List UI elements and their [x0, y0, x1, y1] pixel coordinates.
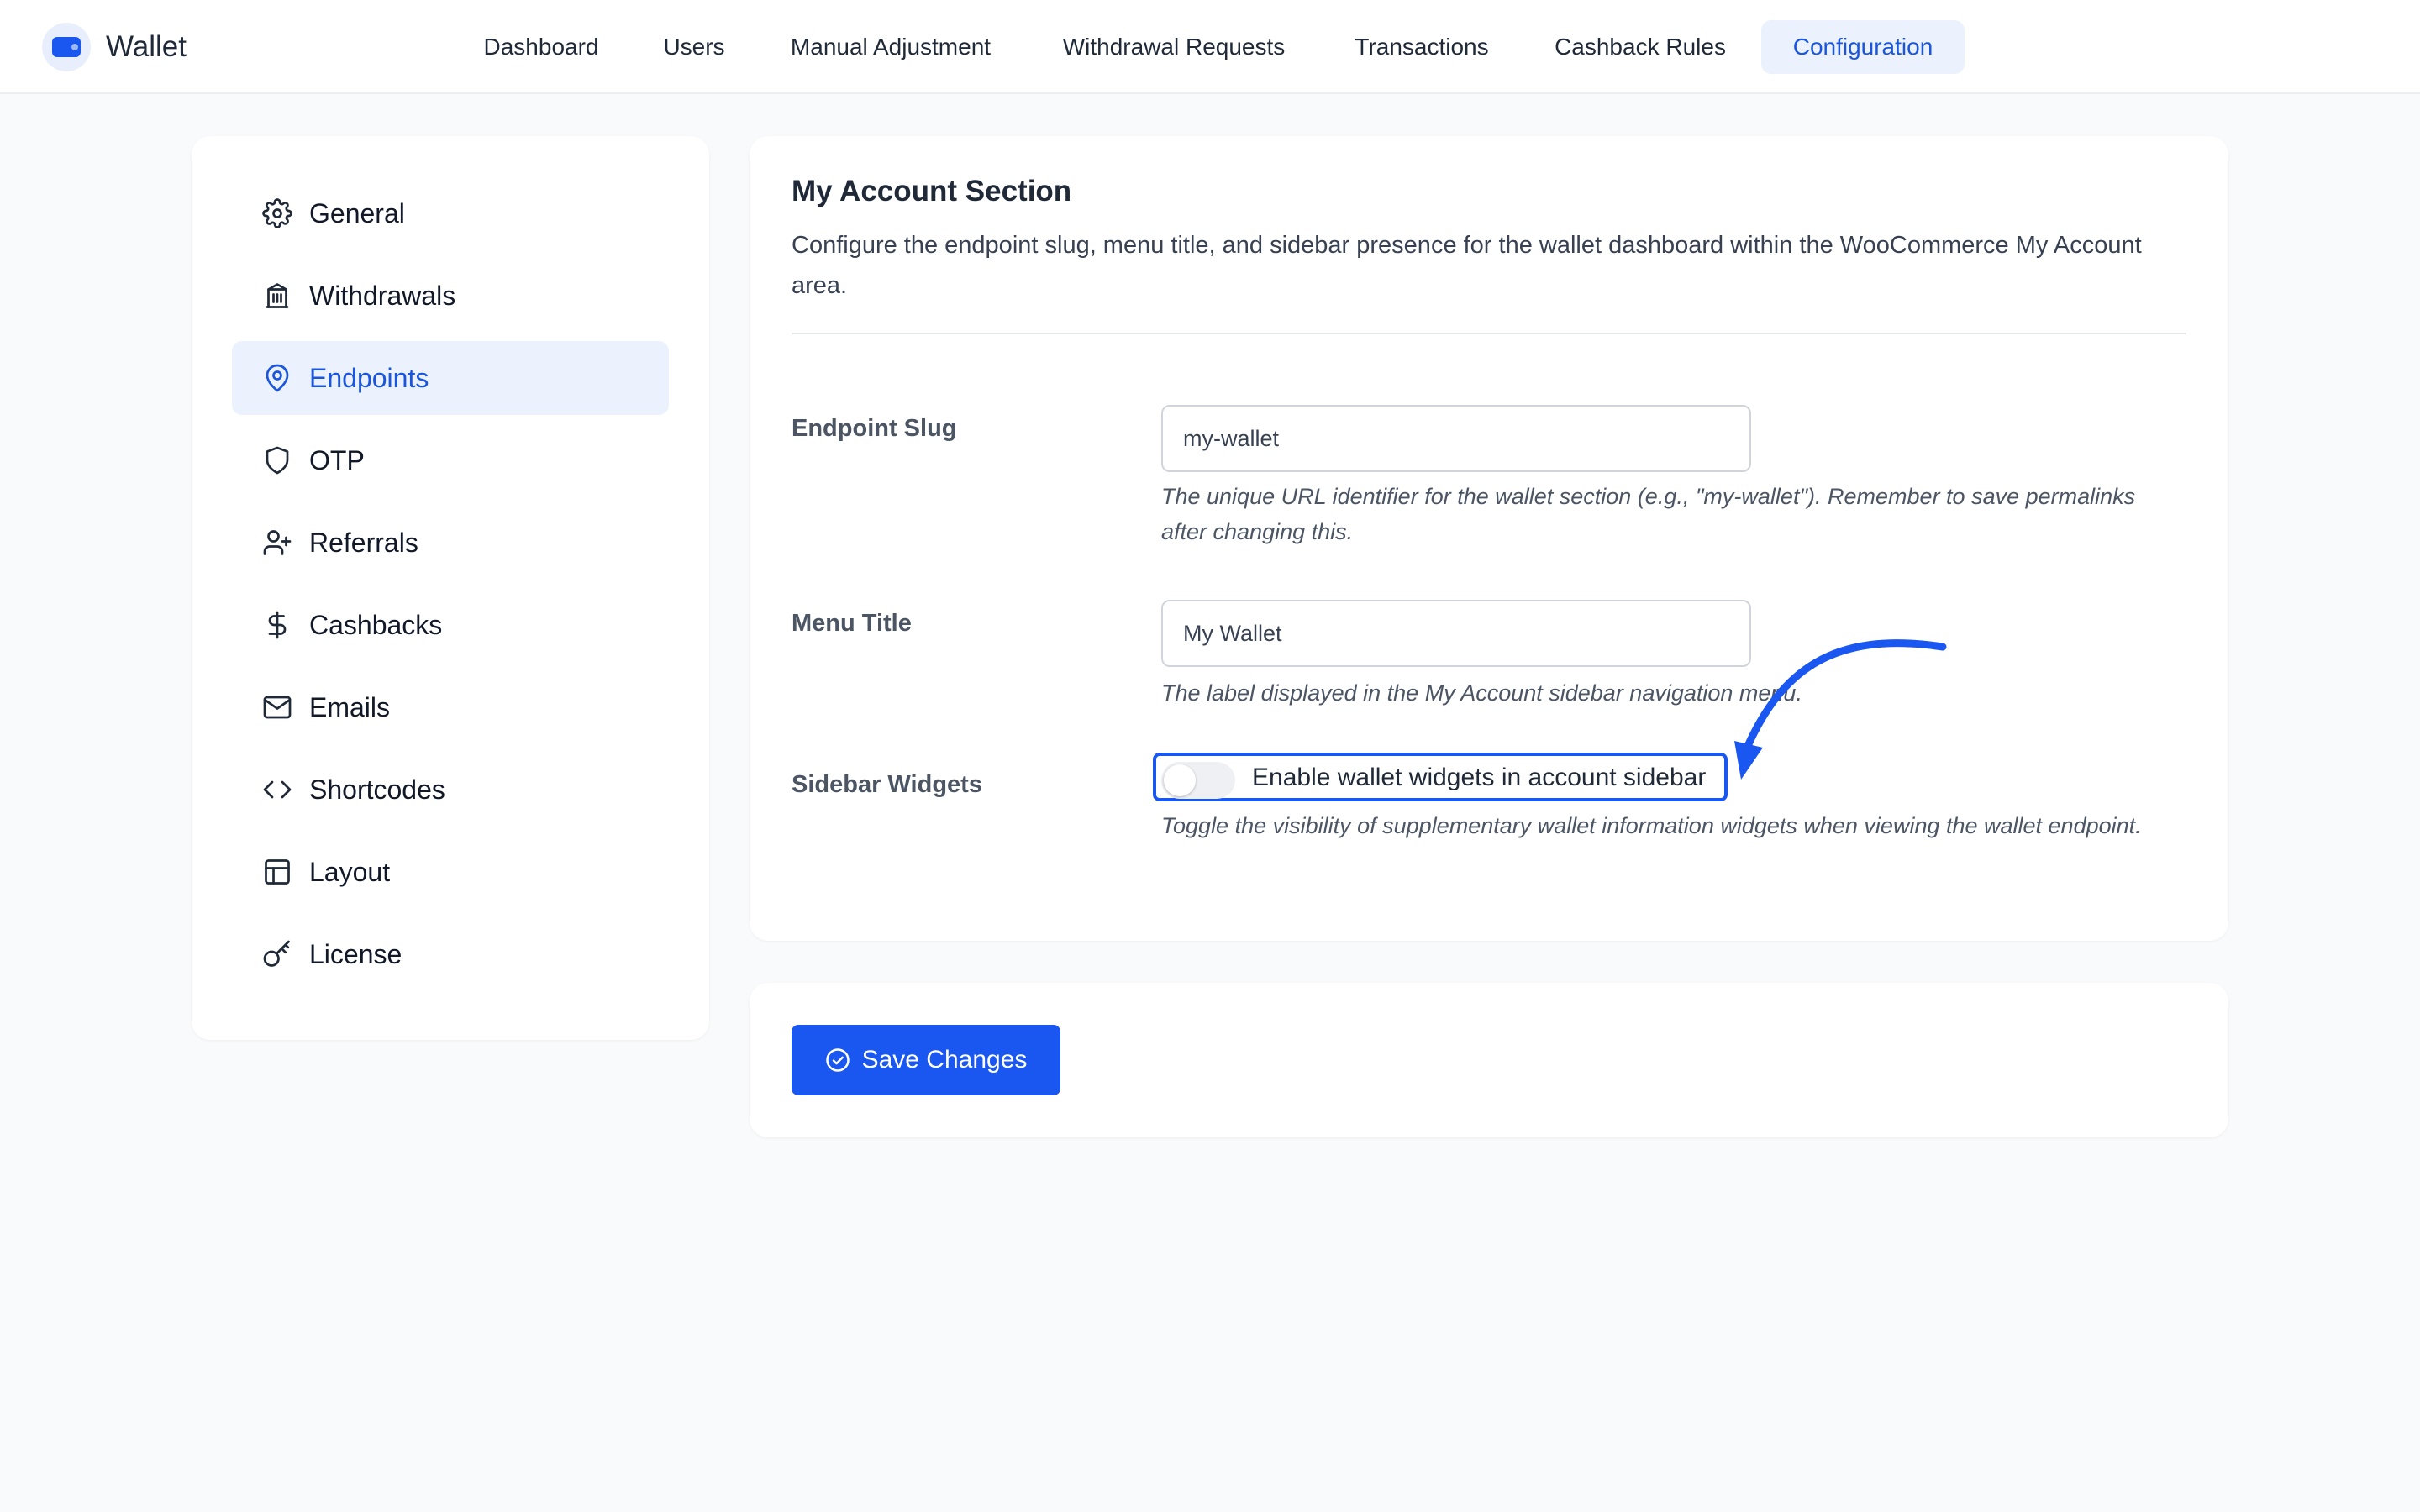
- save-changes-button[interactable]: Save Changes: [792, 1025, 1060, 1095]
- settings-sidebar: General Withdrawals Endpoints OTP Referr…: [192, 136, 709, 1040]
- sidebar-item-endpoints[interactable]: Endpoints: [232, 341, 669, 415]
- sidebar-item-general[interactable]: General: [232, 176, 669, 250]
- menu-title-help: The label displayed in the My Account si…: [1161, 680, 1802, 706]
- bank-icon: [262, 281, 292, 311]
- sidebar-item-label: Endpoints: [309, 362, 429, 393]
- tab-withdrawal-requests[interactable]: Withdrawal Requests: [1039, 20, 1309, 74]
- section-description: Configure the endpoint slug, menu title,…: [792, 232, 2142, 299]
- sidebar-item-emails[interactable]: Emails: [232, 670, 669, 744]
- divider: [792, 333, 2186, 334]
- sidebar-item-label: OTP: [309, 444, 365, 475]
- tab-users[interactable]: Users: [647, 20, 741, 74]
- nav-tabs: Dashboard Users Manual Adjustment Withdr…: [0, 0, 2420, 94]
- user-plus-icon: [262, 528, 292, 558]
- dollar-icon: [262, 610, 292, 640]
- endpoint-slug-help: The unique URL identifier for the wallet…: [1161, 484, 2136, 544]
- sidebar-item-label: Shortcodes: [309, 774, 445, 805]
- save-actions-card: Save Changes: [750, 983, 2228, 1137]
- check-circle-icon: [825, 1047, 850, 1073]
- sidebar-item-label: Layout: [309, 856, 391, 887]
- endpoint-slug-label: Endpoint Slug: [792, 415, 957, 442]
- section-title: My Account Section: [792, 175, 1072, 207]
- sidebar-widgets-toggle-label[interactable]: Enable wallet widgets in account sidebar: [1252, 764, 1706, 792]
- sidebar-item-label: Emails: [309, 691, 391, 722]
- sidebar-item-label: Referrals: [309, 527, 418, 558]
- shield-icon: [262, 445, 292, 475]
- sidebar-widgets-label: Sidebar Widgets: [792, 771, 982, 798]
- sidebar-item-label: Cashbacks: [309, 609, 443, 640]
- save-changes-label: Save Changes: [861, 1046, 1028, 1074]
- sidebar-item-layout[interactable]: Layout: [232, 835, 669, 909]
- toggle-knob: [1164, 764, 1196, 796]
- sidebar-item-withdrawals[interactable]: Withdrawals: [232, 259, 669, 333]
- gear-icon: [262, 198, 292, 228]
- sidebar-item-label: Withdrawals: [309, 280, 456, 311]
- sidebar-widgets-toggle[interactable]: [1161, 762, 1235, 799]
- map-pin-icon: [262, 363, 292, 393]
- top-navigation-bar: Wallet Dashboard Users Manual Adjustment…: [0, 0, 2420, 94]
- sidebar-item-otp[interactable]: OTP: [232, 423, 669, 497]
- menu-title-input[interactable]: [1161, 600, 1751, 667]
- code-icon: [262, 774, 292, 805]
- tab-manual-adjustment[interactable]: Manual Adjustment: [770, 20, 1012, 74]
- sidebar-item-shortcodes[interactable]: Shortcodes: [232, 753, 669, 827]
- tab-cashback-rules[interactable]: Cashback Rules: [1536, 20, 1744, 74]
- menu-title-label: Menu Title: [792, 610, 912, 637]
- tab-dashboard[interactable]: Dashboard: [462, 20, 620, 74]
- sidebar-widgets-toggle-highlight[interactable]: Enable wallet widgets in account sidebar: [1153, 753, 1728, 801]
- sidebar-item-license[interactable]: License: [232, 917, 669, 991]
- mail-icon: [262, 692, 292, 722]
- sidebar-item-cashbacks[interactable]: Cashbacks: [232, 588, 669, 662]
- key-icon: [262, 939, 292, 969]
- layout-icon: [262, 857, 292, 887]
- sidebar-item-referrals[interactable]: Referrals: [232, 506, 669, 580]
- tab-transactions[interactable]: Transactions: [1338, 20, 1506, 74]
- my-account-section-card: My Account Section Configure the endpoin…: [750, 136, 2228, 941]
- sidebar-item-label: General: [309, 197, 405, 228]
- tab-configuration[interactable]: Configuration: [1761, 20, 1965, 74]
- sidebar-widgets-help: Toggle the visibility of supplementary w…: [1161, 813, 2142, 838]
- endpoint-slug-input[interactable]: [1161, 405, 1751, 472]
- sidebar-item-label: License: [309, 938, 402, 969]
